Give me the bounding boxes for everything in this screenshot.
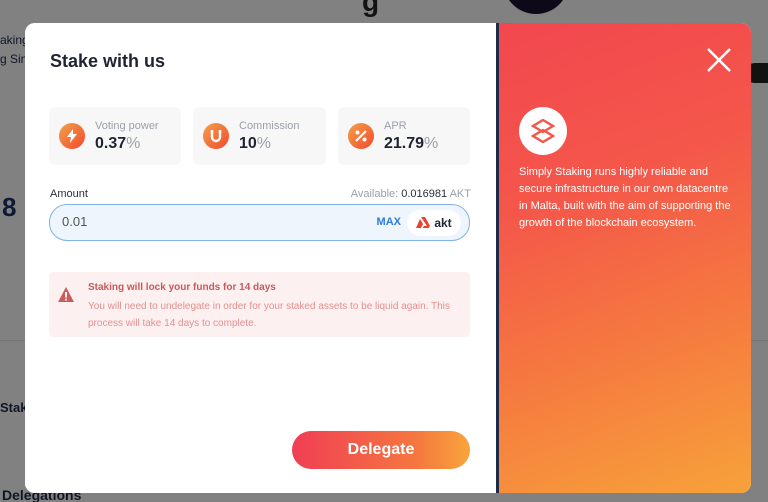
amount-label: Amount bbox=[50, 188, 88, 200]
max-button[interactable]: MAX bbox=[377, 216, 401, 228]
available-balance: Available: 0.016981 AKT bbox=[351, 188, 471, 200]
stat-value: 0.37% bbox=[95, 135, 141, 152]
stat-voting-power: Voting power 0.37% bbox=[49, 107, 181, 165]
amount-field: MAX akt bbox=[49, 204, 470, 241]
stat-value: 10% bbox=[239, 135, 272, 152]
available-unit: AKT bbox=[449, 188, 471, 200]
lock-warning: Staking will lock your funds for 14 days… bbox=[49, 272, 470, 337]
stat-commission: Commission 10% bbox=[193, 107, 326, 165]
delegate-button[interactable]: Delegate bbox=[292, 431, 470, 469]
validator-info-panel: Simply Staking runs highly reliable and … bbox=[499, 23, 751, 493]
validator-logo bbox=[519, 107, 567, 155]
stat-label: Commission bbox=[239, 120, 300, 132]
stat-apr: APR 21.79% bbox=[338, 107, 470, 165]
token-badge: akt bbox=[407, 210, 461, 236]
stat-label: APR bbox=[384, 120, 407, 132]
stat-label: Voting power bbox=[95, 120, 159, 132]
warning-title: Staking will lock your funds for 14 days bbox=[88, 282, 276, 293]
percent-icon bbox=[348, 123, 374, 149]
akash-logo-icon bbox=[416, 217, 431, 228]
simply-staking-logo-icon bbox=[531, 119, 555, 143]
modal-title: Stake with us bbox=[50, 51, 166, 71]
warning-description: You will need to undelegate in order for… bbox=[88, 301, 450, 329]
validator-description: Simply Staking runs highly reliable and … bbox=[519, 166, 731, 229]
token-name: akt bbox=[434, 216, 452, 230]
available-label: Available: bbox=[350, 188, 399, 200]
available-value: 0.016981 bbox=[401, 188, 448, 200]
close-icon[interactable] bbox=[705, 46, 733, 74]
warning-icon bbox=[58, 287, 74, 302]
lightning-icon bbox=[59, 123, 85, 149]
stake-form-panel: Stake with us Voting power 0.37% Commiss… bbox=[25, 23, 496, 493]
stake-modal: Stake with us Voting power 0.37% Commiss… bbox=[25, 23, 751, 493]
magnet-icon bbox=[203, 123, 229, 149]
stat-value: 21.79% bbox=[384, 135, 439, 152]
amount-input[interactable] bbox=[62, 214, 342, 229]
